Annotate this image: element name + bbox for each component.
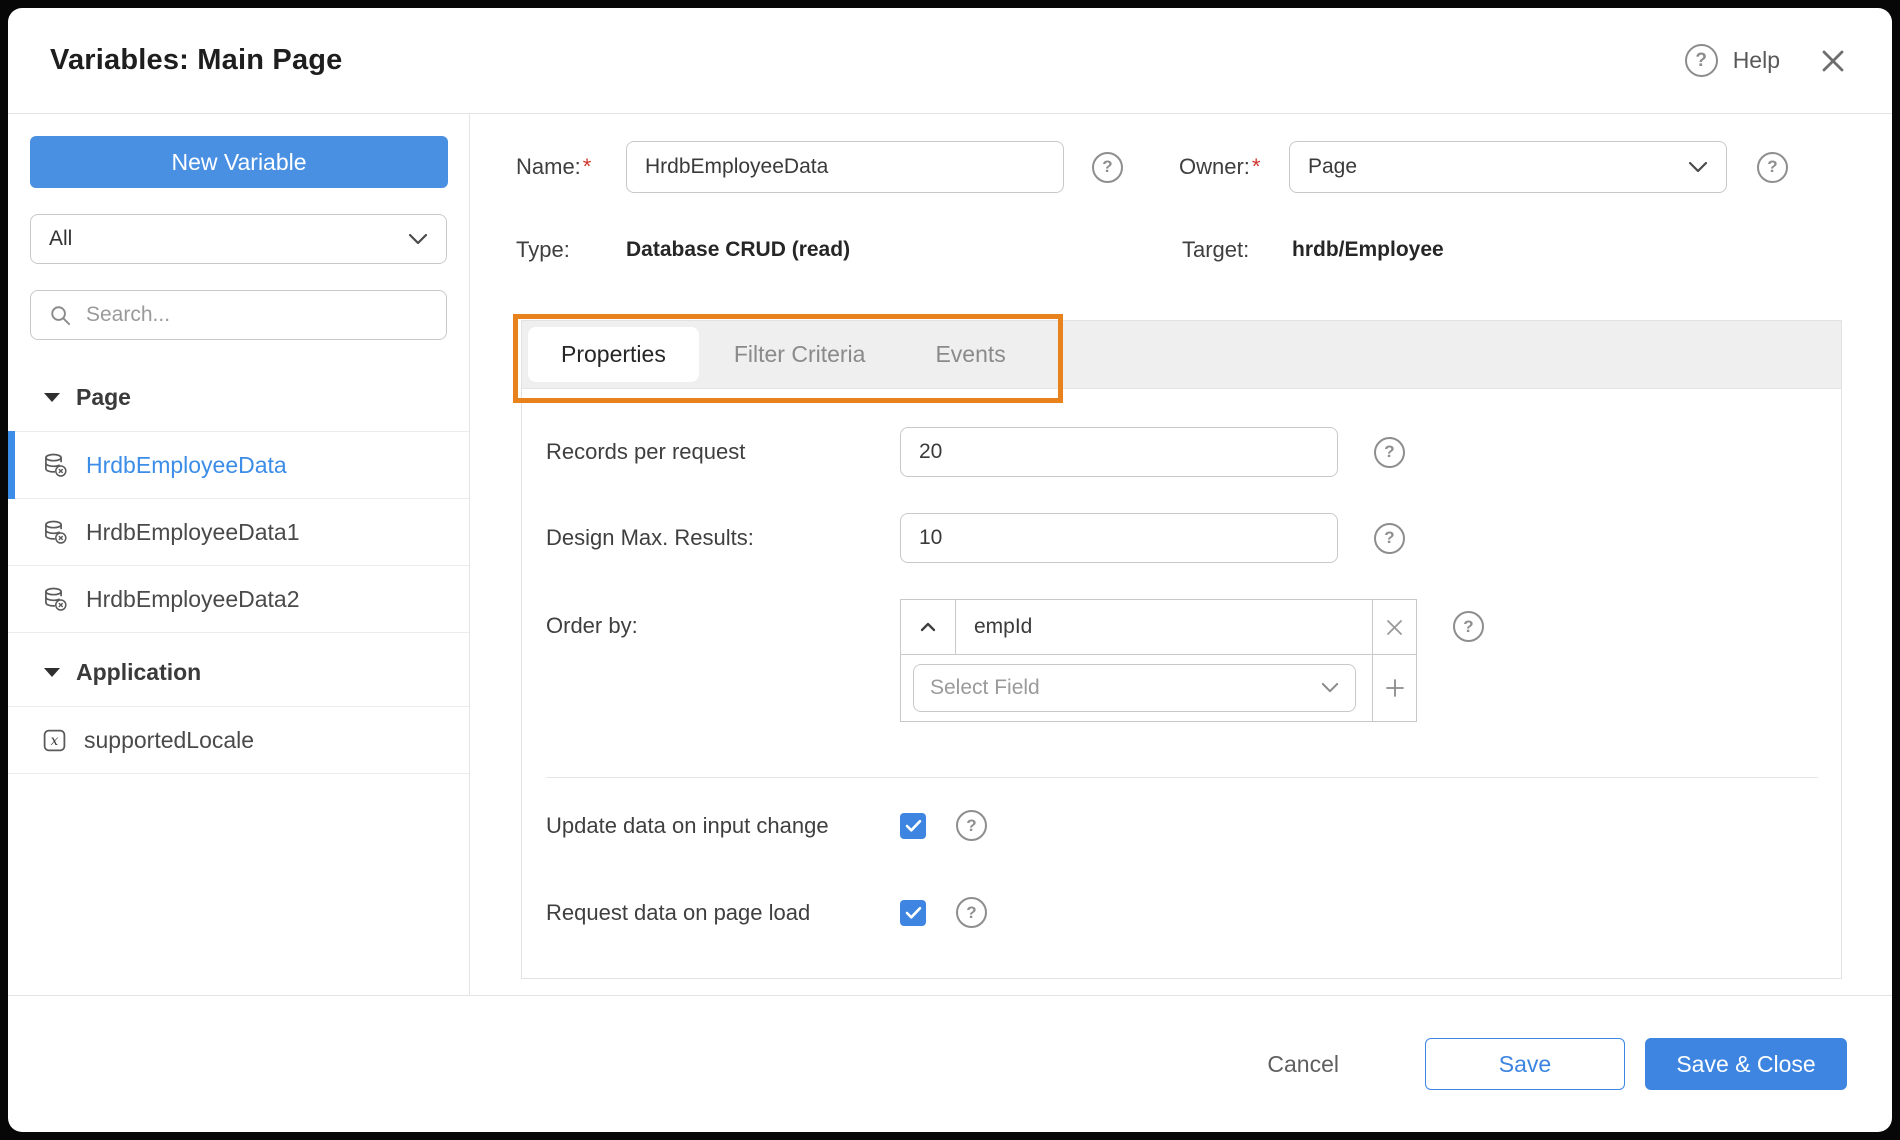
expression-variable-icon: x <box>42 728 67 753</box>
type-value: Database CRUD (read) <box>626 238 851 261</box>
help-icon[interactable]: ? <box>1374 436 1405 468</box>
owner-label: Owner:* <box>1179 154 1261 179</box>
search-input[interactable]: Search... <box>30 290 447 340</box>
section-label: Application <box>76 659 202 685</box>
update-on-input-label: Update data on input change <box>546 812 829 838</box>
database-crud-icon <box>42 586 69 613</box>
variables-sidebar: New Variable All Search... Page HrdbEmpl… <box>8 114 470 995</box>
help-icon[interactable]: ? <box>1374 522 1405 554</box>
order-by-row: empId <box>901 600 1372 655</box>
select-field-placeholder: Select Field <box>930 676 1040 699</box>
design-max-results-label: Design Max. Results: <box>546 525 754 550</box>
name-value: HrdbEmployeeData <box>645 155 829 178</box>
name-input[interactable]: HrdbEmployeeData <box>626 141 1064 193</box>
owner-value: Page <box>1308 155 1358 178</box>
order-by-widget: empId Select Field <box>900 599 1417 722</box>
collapse-triangle-icon <box>44 668 60 677</box>
help-icon[interactable]: ? <box>1684 44 1718 77</box>
variable-name: HrdbEmployeeData1 <box>86 518 300 545</box>
help-icon[interactable]: ? <box>956 897 987 928</box>
search-icon <box>49 304 72 327</box>
dialog-title: Variables: Main Page <box>50 44 343 76</box>
update-on-input-checkbox[interactable] <box>900 812 926 839</box>
search-placeholder: Search... <box>86 303 171 326</box>
sidebar-item-hrdbemployeedata1[interactable]: HrdbEmployeeData1 <box>8 499 469 566</box>
request-on-load-checkbox[interactable] <box>900 899 926 926</box>
svg-text:x: x <box>51 733 59 749</box>
required-asterisk: * <box>1251 154 1261 179</box>
records-per-request-label: Records per request <box>546 439 746 464</box>
database-crud-icon <box>42 519 69 546</box>
tab-events[interactable]: Events <box>900 341 1040 368</box>
new-variable-button[interactable]: New Variable <box>30 136 448 188</box>
design-max-results-value: 10 <box>919 526 943 549</box>
select-field-dropdown[interactable]: Select Field <box>913 664 1356 712</box>
chevron-down-icon <box>1321 682 1339 694</box>
help-icon[interactable]: ? <box>1453 611 1484 642</box>
sidebar-item-hrdbemployeedata2[interactable]: HrdbEmployeeData2 <box>8 566 469 633</box>
variable-details-panel: Name:* HrdbEmployeeData ? Owner:* Page ? <box>470 114 1892 995</box>
sort-ascending-toggle[interactable] <box>901 600 956 654</box>
add-sort-field-button[interactable] <box>1373 655 1416 721</box>
owner-select[interactable]: Page <box>1289 141 1727 193</box>
type-label: Type: <box>516 237 570 262</box>
records-per-request-value: 20 <box>919 440 943 463</box>
save-and-close-button[interactable]: Save & Close <box>1645 1038 1847 1090</box>
chevron-down-icon <box>408 233 428 246</box>
target-label: Target: <box>1182 237 1250 262</box>
help-icon[interactable]: ? <box>956 810 987 841</box>
remove-sort-field-button[interactable] <box>1373 600 1416 655</box>
sidebar-section-application[interactable]: Application <box>8 659 469 686</box>
request-on-load-label: Request data on page load <box>546 899 811 925</box>
order-by-label: Order by: <box>546 613 638 638</box>
variable-name: supportedLocale <box>84 726 255 753</box>
section-label: Page <box>76 384 131 410</box>
dialog-footer: Cancel Save Save & Close <box>8 995 1892 1132</box>
save-button[interactable]: Save <box>1425 1038 1625 1090</box>
design-max-results-input[interactable]: 10 <box>900 513 1338 563</box>
help-icon[interactable]: ? <box>1757 151 1788 183</box>
tab-properties[interactable]: Properties <box>528 327 699 382</box>
variable-name: HrdbEmployeeData2 <box>86 585 300 612</box>
help-link[interactable]: Help <box>1733 47 1780 74</box>
sidebar-section-page[interactable]: Page <box>8 384 469 411</box>
collapse-triangle-icon <box>44 393 60 402</box>
cancel-button[interactable]: Cancel <box>1261 1050 1345 1079</box>
database-crud-icon <box>42 452 69 479</box>
required-asterisk: * <box>582 154 592 179</box>
tab-filter-criteria[interactable]: Filter Criteria <box>699 341 901 368</box>
records-per-request-input[interactable]: 20 <box>900 427 1338 477</box>
sidebar-item-supportedlocale[interactable]: x supportedLocale <box>8 707 469 774</box>
chevron-down-icon <box>1688 161 1708 174</box>
section-divider <box>546 777 1818 778</box>
variable-name: HrdbEmployeeData <box>86 451 287 478</box>
variables-dialog: Variables: Main Page ? Help New Variable… <box>8 8 1892 1132</box>
name-label: Name:* <box>516 154 592 179</box>
sidebar-item-hrdbemployeedata[interactable]: HrdbEmployeeData <box>8 431 469 499</box>
help-icon[interactable]: ? <box>1092 151 1123 183</box>
close-icon[interactable] <box>1818 46 1848 76</box>
target-value: hrdb/Employee <box>1292 238 1444 261</box>
properties-card: Properties Filter Criteria Events Record… <box>513 314 1842 979</box>
tab-bar: Properties Filter Criteria Events <box>522 321 1841 389</box>
dialog-header: Variables: Main Page ? Help <box>8 8 1892 114</box>
variable-filter-select[interactable]: All <box>30 214 447 264</box>
filter-select-value: All <box>49 227 73 250</box>
order-by-field[interactable]: empId <box>956 600 1372 654</box>
